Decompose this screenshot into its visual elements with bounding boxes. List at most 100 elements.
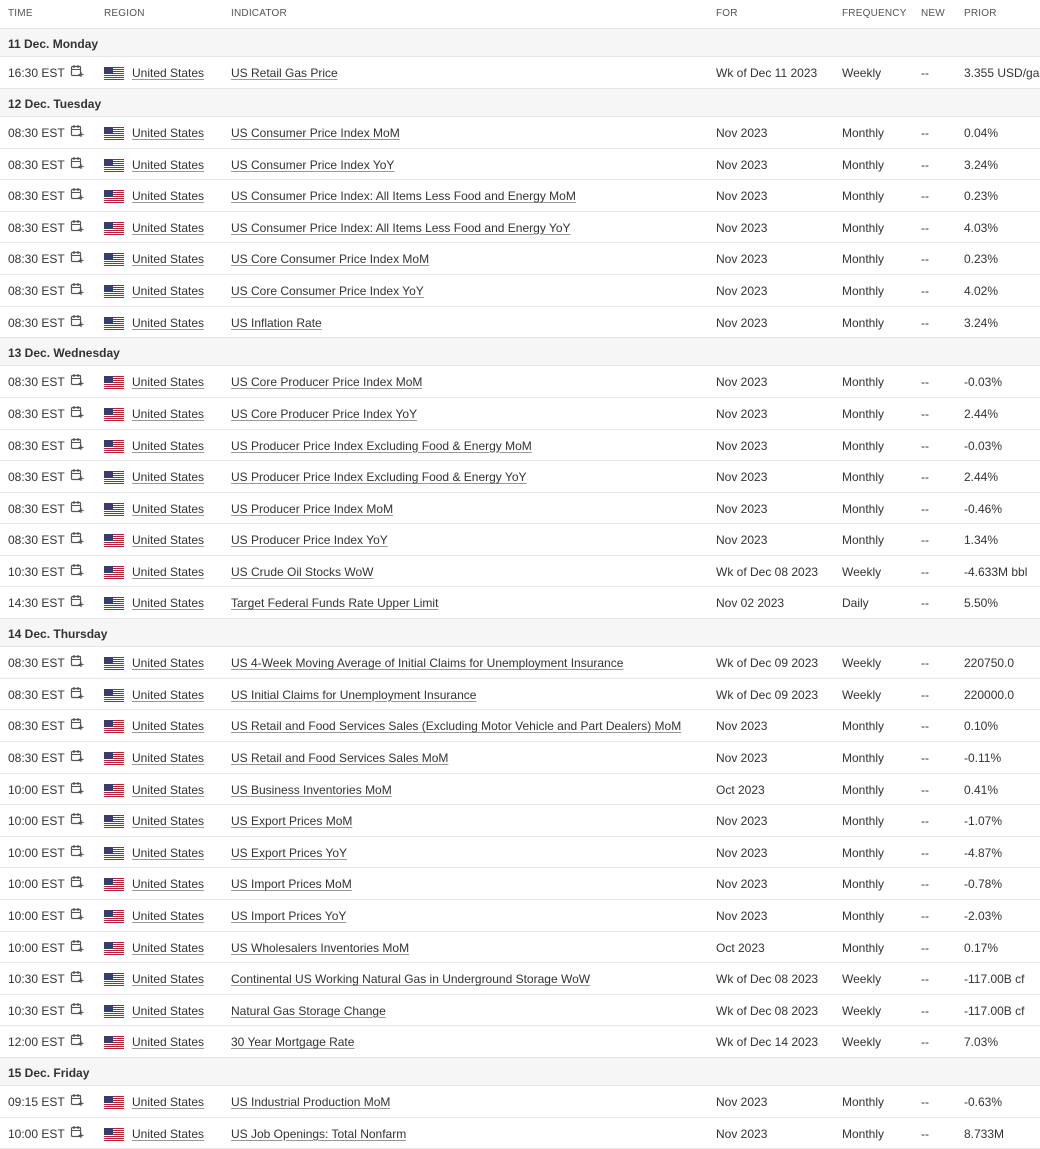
indicator-link[interactable]: US Retail Gas Price <box>231 66 338 80</box>
indicator-link[interactable]: US Consumer Price Index: All Items Less … <box>231 189 576 203</box>
indicator-link[interactable]: US Industrial Production MoM <box>231 1095 390 1109</box>
calendar-add-icon[interactable] <box>70 314 84 328</box>
header-frequency[interactable]: FREQUENCY <box>842 8 907 19</box>
region-link[interactable]: United States <box>132 221 204 235</box>
region-link[interactable]: United States <box>132 688 204 702</box>
indicator-link[interactable]: US Producer Price Index Excluding Food &… <box>231 470 527 484</box>
calendar-add-icon[interactable] <box>70 282 84 296</box>
calendar-add-icon[interactable] <box>70 563 84 577</box>
indicator-link[interactable]: Continental US Working Natural Gas in Un… <box>231 972 590 986</box>
calendar-add-icon[interactable] <box>70 468 84 482</box>
calendar-add-icon[interactable] <box>70 749 84 763</box>
region-link[interactable]: United States <box>132 1035 204 1049</box>
region-link[interactable]: United States <box>132 565 204 579</box>
region-link[interactable]: United States <box>132 783 204 797</box>
region-link[interactable]: United States <box>132 1095 204 1109</box>
calendar-add-icon[interactable] <box>70 250 84 264</box>
indicator-link[interactable]: US 4-Week Moving Average of Initial Clai… <box>231 656 623 670</box>
header-for[interactable]: FOR <box>716 8 738 19</box>
calendar-add-icon[interactable] <box>70 1093 84 1107</box>
region-link[interactable]: United States <box>132 316 204 330</box>
region-link[interactable]: United States <box>132 596 204 610</box>
indicator-link[interactable]: Natural Gas Storage Change <box>231 1004 386 1018</box>
region-link[interactable]: United States <box>132 407 204 421</box>
header-indicator[interactable]: INDICATOR <box>231 8 287 19</box>
calendar-add-icon[interactable] <box>70 187 84 201</box>
region-link[interactable]: United States <box>132 1127 204 1141</box>
region-link[interactable]: United States <box>132 1004 204 1018</box>
indicator-link[interactable]: US Producer Price Index MoM <box>231 502 393 516</box>
region-link[interactable]: United States <box>132 533 204 547</box>
indicator-link[interactable]: US Core Producer Price Index YoY <box>231 407 417 421</box>
indicator-link[interactable]: US Retail and Food Services Sales (Exclu… <box>231 719 681 733</box>
region-link[interactable]: United States <box>132 66 204 80</box>
calendar-add-icon[interactable] <box>70 939 84 953</box>
calendar-add-icon[interactable] <box>70 970 84 984</box>
region-link[interactable]: United States <box>132 846 204 860</box>
indicator-link[interactable]: US Consumer Price Index: All Items Less … <box>231 221 571 235</box>
calendar-add-icon[interactable] <box>70 64 84 78</box>
calendar-add-icon[interactable] <box>70 219 84 233</box>
indicator-link[interactable]: US Crude Oil Stocks WoW <box>231 565 373 579</box>
indicator-link[interactable]: US Import Prices MoM <box>231 877 352 891</box>
indicator-link[interactable]: US Core Consumer Price Index YoY <box>231 284 424 298</box>
region-link[interactable]: United States <box>132 375 204 389</box>
header-time[interactable]: TIME <box>8 8 33 19</box>
region-link[interactable]: United States <box>132 502 204 516</box>
indicator-link[interactable]: US Producer Price Index Excluding Food &… <box>231 439 532 453</box>
calendar-add-icon[interactable] <box>70 531 84 545</box>
calendar-add-icon[interactable] <box>70 1033 84 1047</box>
indicator-link[interactable]: US Producer Price Index YoY <box>231 533 388 547</box>
calendar-add-icon[interactable] <box>70 717 84 731</box>
header-prior[interactable]: PRIOR <box>964 8 997 19</box>
region-link[interactable]: United States <box>132 909 204 923</box>
indicator-link[interactable]: 30 Year Mortgage Rate <box>231 1035 354 1049</box>
region-link[interactable]: United States <box>132 656 204 670</box>
calendar-add-icon[interactable] <box>70 500 84 514</box>
region-link[interactable]: United States <box>132 126 204 140</box>
header-new[interactable]: NEW <box>921 8 945 19</box>
calendar-add-icon[interactable] <box>70 594 84 608</box>
indicator-link[interactable]: US Consumer Price Index YoY <box>231 158 394 172</box>
region-link[interactable]: United States <box>132 470 204 484</box>
region-link[interactable]: United States <box>132 814 204 828</box>
calendar-add-icon[interactable] <box>70 844 84 858</box>
calendar-add-icon[interactable] <box>70 875 84 889</box>
indicator-link[interactable]: US Initial Claims for Unemployment Insur… <box>231 688 476 702</box>
region-link[interactable]: United States <box>132 972 204 986</box>
indicator-link[interactable]: US Inflation Rate <box>231 316 322 330</box>
calendar-add-icon[interactable] <box>70 156 84 170</box>
calendar-add-icon[interactable] <box>70 405 84 419</box>
indicator-link[interactable]: US Export Prices MoM <box>231 814 352 828</box>
region-link[interactable]: United States <box>132 284 204 298</box>
indicator-link[interactable]: US Core Consumer Price Index MoM <box>231 252 429 266</box>
indicator-link[interactable]: US Wholesalers Inventories MoM <box>231 941 409 955</box>
indicator-link[interactable]: US Business Inventories MoM <box>231 783 392 797</box>
region-link[interactable]: United States <box>132 439 204 453</box>
region-link[interactable]: United States <box>132 158 204 172</box>
indicator-link[interactable]: US Consumer Price Index MoM <box>231 126 400 140</box>
calendar-add-icon[interactable] <box>70 373 84 387</box>
indicator-link[interactable]: US Import Prices YoY <box>231 909 346 923</box>
calendar-add-icon[interactable] <box>70 654 84 668</box>
calendar-add-icon[interactable] <box>70 686 84 700</box>
indicator-link[interactable]: US Job Openings: Total Nonfarm <box>231 1127 406 1141</box>
region-link[interactable]: United States <box>132 877 204 891</box>
region-link[interactable]: United States <box>132 719 204 733</box>
calendar-add-icon[interactable] <box>70 812 84 826</box>
indicator-link[interactable]: US Retail and Food Services Sales MoM <box>231 751 448 765</box>
calendar-add-icon[interactable] <box>70 124 84 138</box>
calendar-add-icon[interactable] <box>70 781 84 795</box>
header-region[interactable]: REGION <box>104 8 145 19</box>
indicator-link[interactable]: Target Federal Funds Rate Upper Limit <box>231 596 438 610</box>
calendar-add-icon[interactable] <box>70 1125 84 1139</box>
region-link[interactable]: United States <box>132 941 204 955</box>
region-link[interactable]: United States <box>132 252 204 266</box>
calendar-add-icon[interactable] <box>70 907 84 921</box>
region-link[interactable]: United States <box>132 189 204 203</box>
region-link[interactable]: United States <box>132 751 204 765</box>
calendar-add-icon[interactable] <box>70 437 84 451</box>
indicator-link[interactable]: US Export Prices YoY <box>231 846 347 860</box>
calendar-add-icon[interactable] <box>70 1002 84 1016</box>
indicator-link[interactable]: US Core Producer Price Index MoM <box>231 375 422 389</box>
